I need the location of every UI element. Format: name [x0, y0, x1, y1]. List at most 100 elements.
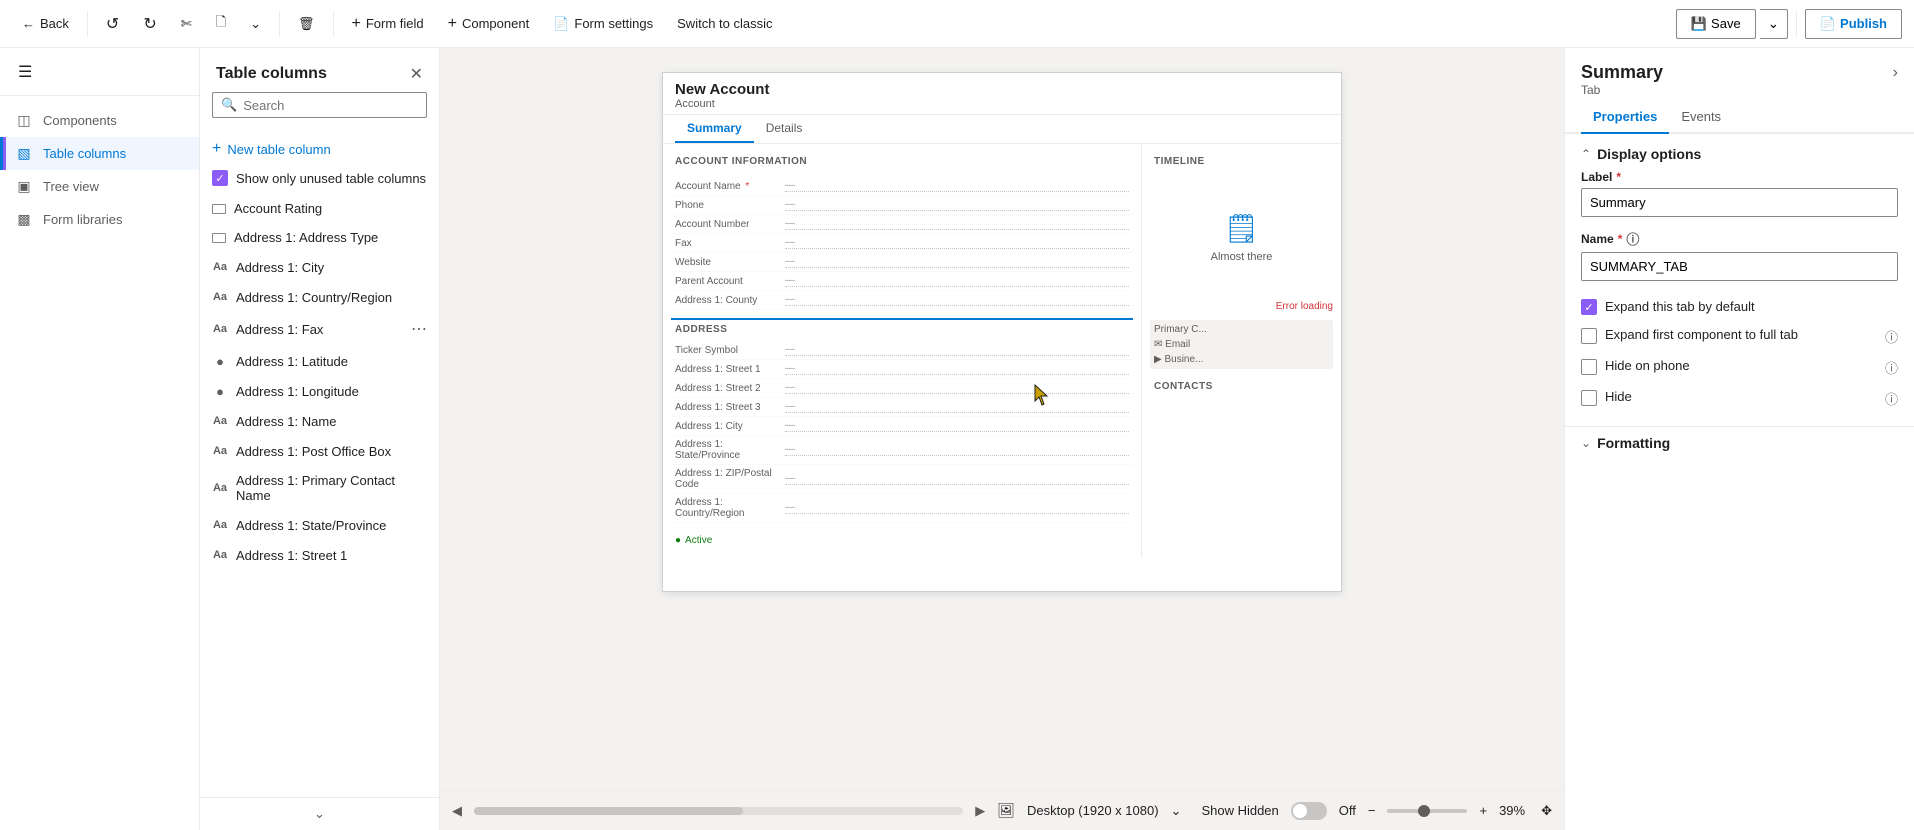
panel-close-button[interactable]: ✕: [410, 64, 423, 84]
form-field-parent-account: Parent Account —: [671, 272, 1133, 291]
new-table-column-button[interactable]: + New table column: [200, 134, 439, 164]
formatting-header[interactable]: ⌄ Formatting: [1581, 427, 1898, 459]
toolbar-divider-1: [87, 12, 88, 36]
hide-phone-info-icon[interactable]: ⓘ: [1885, 358, 1898, 377]
column-item-address1-city[interactable]: Aa Address 1: City: [200, 252, 439, 282]
column-item-address1-name[interactable]: Aa Address 1: Name: [200, 406, 439, 436]
option-expand-default: ✓ Expand this tab by default: [1581, 293, 1898, 321]
copy-icon: 🗋: [216, 13, 226, 35]
canvas-area: New Account Account Summary Details: [440, 48, 1564, 830]
canvas-content: New Account Account Summary Details: [440, 48, 1564, 790]
toolbar-divider-3: [333, 12, 334, 36]
expand-full-checkbox[interactable]: [1581, 328, 1597, 344]
form-tab-details[interactable]: Details: [754, 115, 815, 143]
tab-events[interactable]: Events: [1669, 101, 1733, 134]
timeline-almost: 🗒 Almost there: [1150, 177, 1333, 297]
column-item-address1-post-office-box[interactable]: Aa Address 1: Post Office Box: [200, 436, 439, 466]
col-icon-text-10: Aa: [212, 517, 228, 533]
panel-header: Table columns ✕: [200, 48, 439, 92]
save-dropdown-button[interactable]: ⌄: [1760, 9, 1788, 39]
display-options-header[interactable]: ⌃ Display options: [1565, 134, 1914, 170]
address-section-title: ADDRESS: [671, 318, 1133, 341]
label-input[interactable]: [1581, 188, 1898, 217]
canvas-scrollbar[interactable]: [474, 807, 963, 815]
form-settings-button[interactable]: 📄 Form settings: [543, 10, 663, 38]
column-item-address1-state-province[interactable]: Aa Address 1: State/Province: [200, 510, 439, 540]
add-icon-2: +: [448, 15, 457, 33]
col-icon-text-9: Aa: [212, 480, 228, 496]
option-hide-phone: Hide on phone ⓘ: [1581, 352, 1898, 383]
show-hidden-toggle[interactable]: [1291, 802, 1327, 820]
scroll-right-button[interactable]: ▶: [975, 803, 985, 819]
right-panel-subtitle: Tab: [1581, 83, 1663, 97]
column-item-address1-fax[interactable]: Aa Address 1: Fax ⋯: [200, 312, 439, 346]
publish-button[interactable]: 📄 Publish: [1805, 9, 1902, 39]
save-button[interactable]: 💾 Save: [1676, 9, 1756, 39]
form-libraries-icon: ▩: [15, 211, 33, 228]
device-icon: 🖼: [997, 802, 1015, 819]
show-unused-row[interactable]: ✓ Show only unused table columns: [200, 164, 439, 194]
add-component-button[interactable]: + Component: [438, 9, 540, 39]
column-item-address1-longitude[interactable]: ● Address 1: Longitude: [200, 376, 439, 406]
name-input[interactable]: [1581, 252, 1898, 281]
back-button[interactable]: ← Back: [12, 10, 79, 37]
paste-dropdown-button[interactable]: ⌄: [240, 10, 271, 38]
column-item-address1-street1[interactable]: Aa Address 1: Street 1: [200, 540, 439, 570]
switch-classic-button[interactable]: Switch to classic: [667, 10, 782, 37]
main-fields-list: Account Name * — Phone — Account Number …: [671, 177, 1133, 310]
column-item-address1-address-type[interactable]: Address 1: Address Type: [200, 223, 439, 252]
zoom-plus-button[interactable]: +: [1479, 803, 1487, 818]
form-tabs: Summary Details: [663, 115, 1341, 144]
hide-checkbox[interactable]: [1581, 390, 1597, 406]
cut-button[interactable]: ✄: [171, 10, 202, 38]
device-dropdown-icon[interactable]: ⌄: [1171, 803, 1182, 819]
tab-properties[interactable]: Properties: [1581, 101, 1669, 134]
hide-info-icon[interactable]: ⓘ: [1885, 389, 1898, 408]
search-input[interactable]: [243, 98, 419, 113]
form-right-col: Timeline 🗒 Almost there Error loading Pr…: [1141, 144, 1341, 558]
redo-button[interactable]: ↻: [133, 8, 166, 40]
undo-button[interactable]: ↺: [96, 8, 129, 40]
column-item-address1-latitude[interactable]: ● Address 1: Latitude: [200, 346, 439, 376]
copy-button[interactable]: 🗋: [206, 7, 236, 41]
name-info-icon[interactable]: ⓘ: [1626, 229, 1639, 248]
form-field-phone: Phone —: [671, 196, 1133, 215]
sidebar-item-table-columns[interactable]: ▧ Table columns: [0, 137, 199, 170]
hide-label: Hide: [1605, 389, 1877, 404]
panel-scroll-down[interactable]: ⌄: [200, 797, 439, 830]
column-item-address1-country[interactable]: Aa Address 1: Country/Region: [200, 282, 439, 312]
col-icon-text-7: Aa: [212, 413, 228, 429]
right-panel-header: Summary Tab ›: [1565, 48, 1914, 101]
right-panel-close-button[interactable]: ›: [1893, 64, 1898, 82]
device-label: Desktop (1920 x 1080): [1027, 803, 1159, 818]
nav-items: ◫ Components ▧ Table columns ▣ Tree view…: [0, 96, 199, 244]
sidebar-item-form-libraries[interactable]: ▩ Form libraries: [0, 203, 199, 236]
delete-button[interactable]: 🗑: [288, 10, 325, 38]
name-required-star: *: [1618, 232, 1623, 246]
hide-phone-label: Hide on phone: [1605, 358, 1877, 373]
form-field-fax: Fax —: [671, 234, 1133, 253]
primary-contact-area: Primary C... ✉ Email ▶ Busine...: [1150, 320, 1333, 369]
formatting-chevron-icon: ⌄: [1581, 436, 1591, 450]
hide-phone-checkbox[interactable]: [1581, 359, 1597, 375]
expand-full-info-icon[interactable]: ⓘ: [1885, 327, 1898, 346]
column-item-address1-primary-contact[interactable]: Aa Address 1: Primary Contact Name: [200, 466, 439, 510]
hamburger-icon: ☰: [18, 62, 32, 82]
add-form-field-button[interactable]: + Form field: [342, 9, 434, 39]
zoom-minus-button[interactable]: −: [1368, 803, 1376, 818]
right-panel: Summary Tab › Properties Events ⌃ Displa…: [1564, 48, 1914, 830]
expand-default-checkbox[interactable]: ✓: [1581, 299, 1597, 315]
show-unused-checkbox[interactable]: ✓: [212, 170, 228, 186]
right-panel-title-area: Summary Tab: [1581, 62, 1663, 97]
hamburger-menu-button[interactable]: ☰: [12, 56, 38, 88]
scroll-left-button[interactable]: ◀: [452, 803, 462, 819]
cut-icon: ✄: [181, 16, 192, 32]
timeline-section-title: Timeline: [1150, 152, 1333, 173]
sidebar-item-components[interactable]: ◫ Components: [0, 104, 199, 137]
fit-screen-icon[interactable]: ✥: [1541, 803, 1552, 819]
form-tab-summary[interactable]: Summary: [675, 115, 754, 143]
col-more-button-fax[interactable]: ⋯: [411, 319, 427, 339]
zoom-slider[interactable]: [1387, 809, 1467, 813]
column-item-account-rating[interactable]: Account Rating: [200, 194, 439, 223]
sidebar-item-tree-view[interactable]: ▣ Tree view: [0, 170, 199, 203]
